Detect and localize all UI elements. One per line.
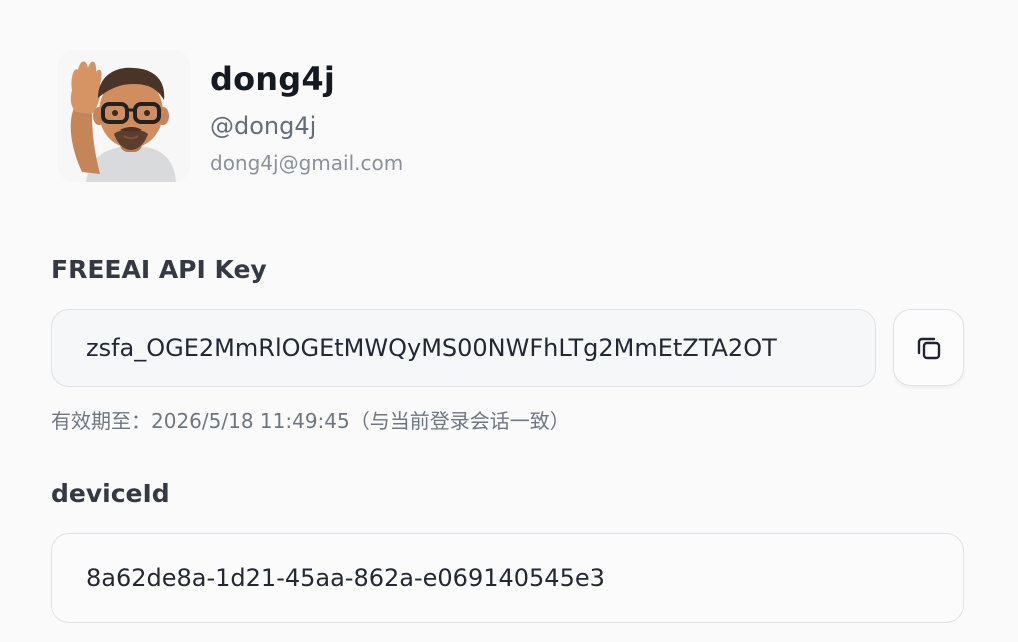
waving-memoji-avatar-icon: [58, 50, 190, 182]
copy-button[interactable]: [893, 309, 964, 386]
avatar: [58, 50, 190, 182]
device-id-value[interactable]: 8a62de8a-1d21-45aa-862a-e069140545e3: [86, 564, 605, 592]
user-handle: @dong4j: [210, 112, 317, 140]
device-id-field[interactable]: 8a62de8a-1d21-45aa-862a-e069140545e3: [51, 533, 964, 623]
api-key-label: FREEAI API Key: [51, 255, 267, 284]
device-id-label: deviceId: [51, 479, 170, 508]
api-key-value[interactable]: zsfa_OGE2MmRlOGEtMWQyMS00NWFhLTg2MmEtZTA…: [86, 334, 777, 362]
api-key-field[interactable]: zsfa_OGE2MmRlOGEtMWQyMS00NWFhLTg2MmEtZTA…: [51, 309, 876, 387]
user-email: dong4j@gmail.com: [210, 151, 404, 175]
copy-icon: [917, 337, 940, 359]
profile-header: dong4j @dong4j dong4j@gmail.com: [46, 40, 466, 190]
expiry-text: 有效期至：2026/5/18 11:49:45（与当前登录会话一致）: [51, 409, 570, 433]
user-name: dong4j: [210, 60, 336, 98]
